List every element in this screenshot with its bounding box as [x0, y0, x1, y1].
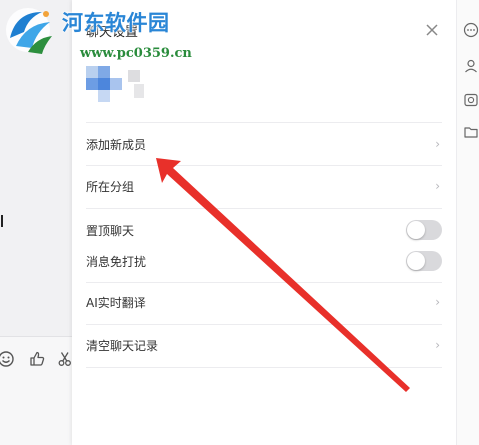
- chevron-right-icon: ›: [435, 137, 440, 151]
- chevron-right-icon: ›: [435, 338, 440, 352]
- clear-history-row[interactable]: 清空聊天记录 ›: [86, 325, 442, 365]
- chat-settings-panel: 聊天设置 添加新成员 › 所在分组 › 置顶聊天 消息免打扰 AI实时翻译 › …: [72, 0, 456, 445]
- chevron-right-icon: ›: [435, 179, 440, 193]
- group-label: 所在分组: [86, 179, 135, 194]
- contact-icon[interactable]: [463, 58, 479, 74]
- member-avatar[interactable]: [86, 66, 156, 106]
- more-icon[interactable]: [463, 22, 479, 38]
- ai-translate-label: AI实时翻译: [86, 295, 146, 310]
- right-toolbar: [456, 0, 479, 445]
- chevron-right-icon: ›: [435, 295, 440, 309]
- folder-icon[interactable]: [463, 124, 479, 140]
- mute-row: 消息免打扰: [86, 241, 442, 281]
- mute-label: 消息免打扰: [86, 254, 147, 269]
- add-member-label: 添加新成员: [86, 137, 147, 152]
- divider: [86, 208, 442, 209]
- history-icon[interactable]: [463, 92, 479, 108]
- close-icon[interactable]: [422, 20, 442, 40]
- panel-title: 聊天设置: [86, 25, 139, 40]
- emoji-icon[interactable]: [0, 350, 15, 368]
- clear-history-label: 清空聊天记录: [86, 338, 159, 353]
- group-row[interactable]: 所在分组 ›: [86, 166, 442, 206]
- pin-chat-label: 置顶聊天: [86, 223, 135, 238]
- add-member-row[interactable]: 添加新成员 ›: [86, 124, 442, 164]
- mute-toggle[interactable]: [406, 251, 442, 271]
- ai-translate-row[interactable]: AI实时翻译 ›: [86, 282, 442, 322]
- thumbs-up-icon[interactable]: [28, 350, 46, 368]
- chat-area: [0, 0, 72, 445]
- pin-chat-toggle[interactable]: [406, 220, 442, 240]
- text-cursor: [1, 215, 3, 227]
- divider: [86, 367, 442, 368]
- divider: [86, 122, 442, 123]
